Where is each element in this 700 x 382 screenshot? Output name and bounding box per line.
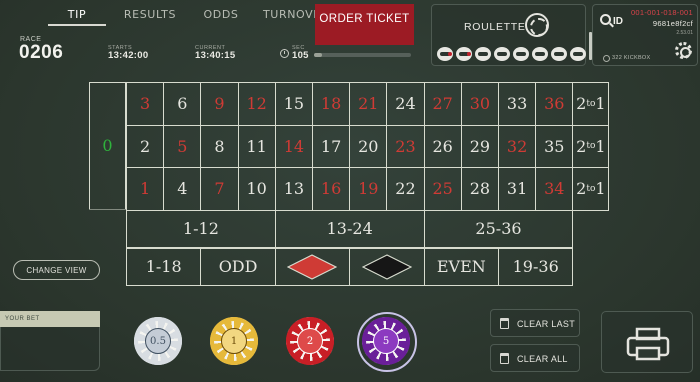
dozen-bet-2[interactable]: 13-24 [274, 209, 425, 248]
number-cell-26[interactable]: 26 [423, 124, 462, 168]
number-cell-24[interactable]: 24 [386, 82, 425, 126]
number-cell-8[interactable]: 8 [200, 124, 239, 168]
number-cell-16[interactable]: 16 [312, 167, 351, 211]
number-cell-9[interactable]: 9 [200, 82, 239, 126]
number-cell-34[interactable]: 34 [535, 167, 574, 211]
column-bet-label: 2 [576, 136, 587, 156]
black-diamond-icon [361, 253, 412, 280]
column-bet-1[interactable]: 2 to 1 [572, 82, 610, 126]
number-cell-1[interactable]: 1 [126, 167, 165, 211]
number-cell-3[interactable]: 3 [126, 82, 165, 126]
number-cell-2[interactable]: 2 [126, 124, 165, 168]
chip-2[interactable]: 2 [286, 317, 334, 365]
chip-value: 5 [373, 328, 399, 354]
number-cell-0[interactable]: 0 [89, 82, 126, 210]
printer-icon [626, 327, 670, 361]
column-bet-label: 1 [595, 136, 606, 156]
number-cell-36[interactable]: 36 [535, 82, 574, 126]
your-bet-label: YOUR BET [0, 311, 100, 327]
red-bet[interactable] [274, 247, 351, 286]
column-bet-2[interactable]: 2 to 1 [572, 124, 610, 168]
number-cell-12[interactable]: 12 [237, 82, 276, 126]
number-cell-23[interactable]: 23 [386, 124, 425, 168]
number-cell-35[interactable]: 35 [535, 124, 574, 168]
column-bet-label: 1 [595, 179, 606, 199]
dozen-bet-3[interactable]: 25-36 [423, 209, 574, 248]
column-bet-label: 2 [576, 94, 587, 114]
dozen-bet-1[interactable]: 1-12 [126, 209, 276, 248]
number-cell-31[interactable]: 31 [498, 167, 537, 211]
chip-1[interactable]: 1 [210, 317, 258, 365]
number-cell-7[interactable]: 7 [200, 167, 239, 211]
column-bet-label: to [586, 141, 596, 152]
number-cell-18[interactable]: 18 [312, 82, 351, 126]
number-cell-15[interactable]: 15 [274, 82, 313, 126]
clear-all-label: CLEAR ALL [517, 354, 568, 364]
number-cell-22[interactable]: 22 [386, 167, 425, 211]
number-cell-10[interactable]: 10 [237, 167, 276, 211]
number-cell-13[interactable]: 13 [274, 167, 313, 211]
roulette-betting-table: 0 3 6 9 12 15 18 21 24 27 30 33 36 2 to 1 2 5 8 11 14 17 20 23 2… [0, 0, 700, 382]
even-bet[interactable]: EVEN [423, 247, 499, 286]
column-bet-label: to [586, 183, 596, 194]
number-cell-28[interactable]: 28 [460, 167, 499, 211]
number-cell-27[interactable]: 27 [423, 82, 462, 126]
number-cell-20[interactable]: 20 [349, 124, 388, 168]
low-1-18-bet[interactable]: 1-18 [126, 247, 202, 286]
change-view-button[interactable]: CHANGE VIEW [13, 260, 100, 280]
trash-icon [500, 353, 509, 364]
number-cell-19[interactable]: 19 [349, 167, 388, 211]
clear-all-button[interactable]: CLEAR ALL [490, 344, 580, 372]
number-cell-29[interactable]: 29 [460, 124, 499, 168]
print-button[interactable] [601, 311, 693, 373]
high-19-36-bet[interactable]: 19-36 [498, 247, 574, 286]
number-cell-33[interactable]: 33 [498, 82, 537, 126]
number-cell-5[interactable]: 5 [163, 124, 202, 168]
number-cell-32[interactable]: 32 [498, 124, 537, 168]
number-cell-21[interactable]: 21 [349, 82, 388, 126]
trash-icon [500, 318, 509, 329]
column-bet-3[interactable]: 2 to 1 [572, 167, 610, 211]
clear-last-label: CLEAR LAST [517, 319, 576, 329]
red-diamond-icon [287, 253, 338, 280]
chip-5[interactable]: 5 [362, 317, 410, 365]
clear-last-button[interactable]: CLEAR LAST [490, 309, 580, 337]
number-cell-17[interactable]: 17 [312, 124, 351, 168]
black-bet[interactable] [349, 247, 425, 286]
chip-value: 2 [297, 328, 323, 354]
number-cell-11[interactable]: 11 [237, 124, 276, 168]
number-cell-6[interactable]: 6 [163, 82, 202, 126]
column-bet-label: 2 [576, 179, 587, 199]
number-cell-4[interactable]: 4 [163, 167, 202, 211]
chip-value: 1 [221, 328, 247, 354]
chip-0.5[interactable]: 0.5 [134, 317, 182, 365]
column-bet-label: to [586, 98, 596, 109]
number-cell-30[interactable]: 30 [460, 82, 499, 126]
column-bet-label: 1 [595, 94, 606, 114]
number-cell-25[interactable]: 25 [423, 167, 462, 211]
chip-value: 0.5 [145, 328, 171, 354]
odd-bet[interactable]: ODD [200, 247, 276, 286]
number-cell-14[interactable]: 14 [274, 124, 313, 168]
